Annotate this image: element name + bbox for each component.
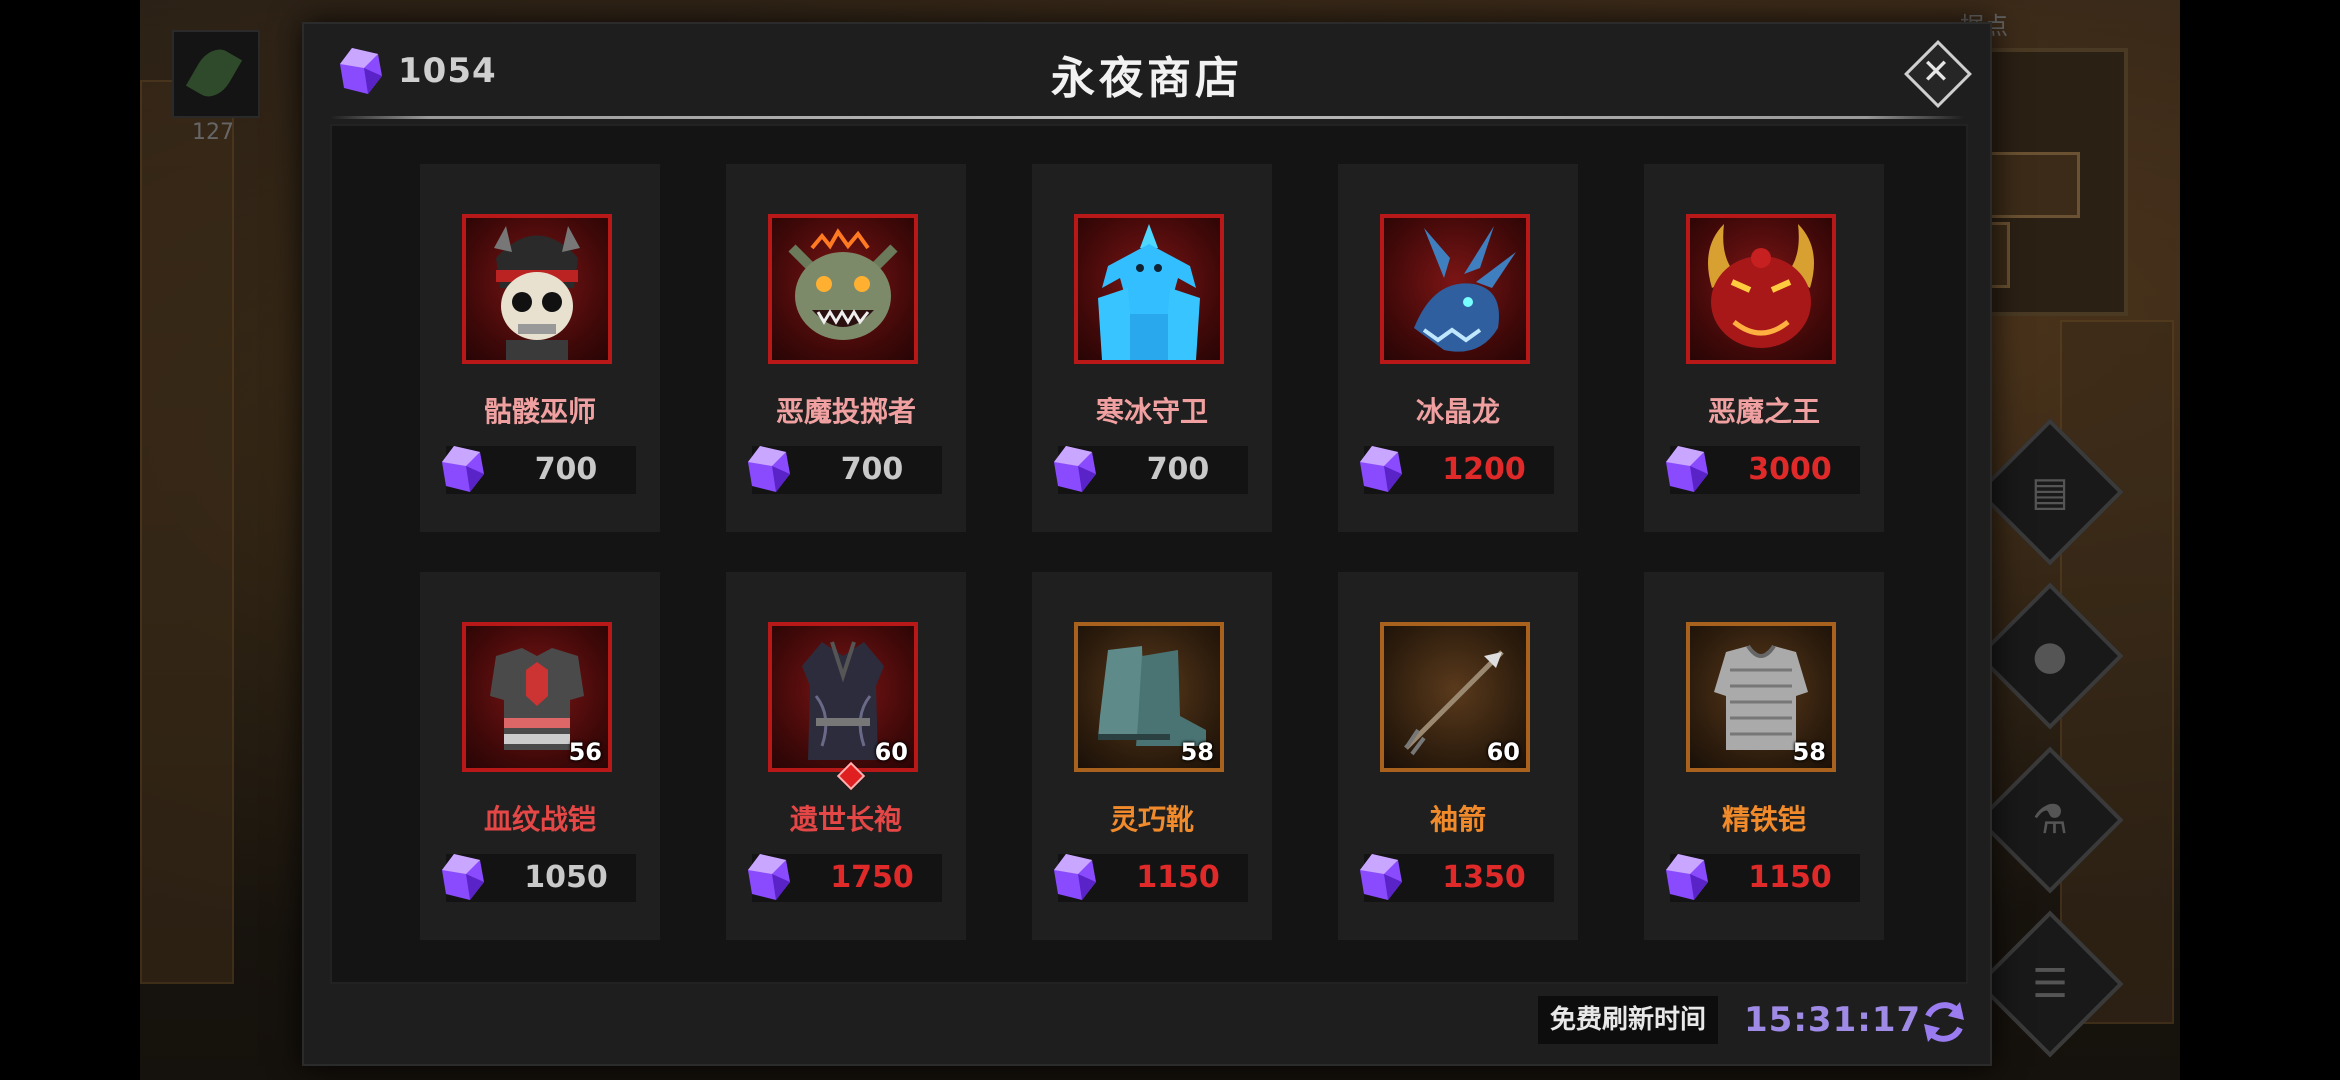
price-tag: 1750 [748, 854, 942, 902]
shop-item-grid: 骷髅巫师 700 恶魔投掷者 700 寒冰守卫 700 冰晶龙 1200 恶魔之… [330, 124, 1968, 984]
refresh-button[interactable] [1918, 996, 1970, 1048]
list-icon: ☰ [2032, 961, 2068, 1007]
price-tag: 1350 [1360, 854, 1554, 902]
refresh-icon [1924, 1002, 1964, 1042]
item-frame: 58 [1074, 622, 1224, 772]
gem-icon [746, 852, 792, 906]
item-level: 56 [568, 738, 602, 766]
price-tag: 700 [442, 446, 636, 494]
item-price: 1750 [830, 860, 914, 895]
gem-icon [1358, 852, 1404, 906]
item-price: 3000 [1748, 452, 1832, 487]
item-name: 寒冰守卫 [1095, 395, 1208, 428]
item-name: 骷髅巫师 [483, 395, 596, 428]
price-tag: 1150 [1054, 854, 1248, 902]
item-price: 700 [534, 452, 598, 487]
item-level: 60 [874, 738, 908, 766]
leaf-icon [185, 42, 243, 104]
price-tag: 700 [748, 446, 942, 494]
gem-icon [440, 444, 486, 498]
bg-item-count: 127 [192, 120, 234, 145]
item-frame [1074, 214, 1224, 364]
item-price: 1150 [1136, 860, 1220, 895]
header-divider [330, 116, 1964, 119]
item-price: 1350 [1442, 860, 1526, 895]
price-tag: 1200 [1360, 446, 1554, 494]
bg-wall [140, 80, 234, 984]
free-refresh-label: 免费刷新时间 [1538, 996, 1719, 1044]
shop-item-card[interactable]: 寒冰守卫 700 [1032, 164, 1272, 532]
item-price: 1150 [1748, 860, 1832, 895]
gem-icon [1052, 852, 1098, 906]
shop-item-card[interactable]: 冰晶龙 1200 [1338, 164, 1578, 532]
shop-item-card[interactable]: 56 血纹战铠 1050 [420, 572, 660, 940]
item-name: 灵巧靴 [1109, 803, 1194, 836]
shop-item-card[interactable]: 58 灵巧靴 1150 [1032, 572, 1272, 940]
item-frame [1686, 214, 1836, 364]
item-frame: 60 [1380, 622, 1530, 772]
ice-dragon-icon [1414, 226, 1516, 352]
shop-item-card[interactable]: 60 遗世长袍 1750 [726, 572, 966, 940]
item-frame [462, 214, 612, 364]
item-price: 1200 [1442, 452, 1526, 487]
price-tag: 1050 [442, 854, 636, 902]
close-icon: ✕ [1921, 52, 1951, 92]
shop-item-card[interactable]: 恶魔之王 3000 [1644, 164, 1884, 532]
skeleton-wizard-icon [494, 226, 580, 360]
item-price: 700 [1146, 452, 1210, 487]
item-level: 58 [1180, 738, 1214, 766]
item-frame [768, 214, 918, 364]
item-price: 700 [840, 452, 904, 487]
item-name: 血纹战铠 [483, 803, 596, 836]
gem-icon [1664, 444, 1710, 498]
bg-inventory-slot [172, 30, 260, 118]
item-name: 冰晶龙 [1415, 395, 1500, 428]
shop-item-card[interactable]: 60 袖箭 1350 [1338, 572, 1578, 940]
item-frame: 58 [1686, 622, 1836, 772]
people-icon: ● [2032, 633, 2068, 679]
item-name: 遗世长袍 [789, 803, 902, 836]
item-level: 58 [1792, 738, 1826, 766]
gem-icon [1664, 852, 1710, 906]
demon-king-icon [1708, 224, 1814, 348]
gem-icon [440, 852, 486, 906]
ice-guard-icon [1098, 224, 1200, 360]
shop-dialog: 1054 永夜商店 ✕ 骷髅巫师 700 恶魔投掷者 700 寒冰守卫 700 … [302, 22, 1992, 1066]
item-name: 精铁铠 [1721, 803, 1806, 836]
item-frame: 56 [462, 622, 612, 772]
item-name: 袖箭 [1429, 803, 1486, 836]
item-frame: 60 [768, 622, 918, 772]
gem-icon [1358, 444, 1404, 498]
item-frame [1380, 214, 1530, 364]
price-tag: 1150 [1666, 854, 1860, 902]
price-tag: 3000 [1666, 446, 1860, 494]
shop-item-card[interactable]: 恶魔投掷者 700 [726, 164, 966, 532]
demon-thrower-icon [788, 228, 898, 340]
item-level: 60 [1486, 738, 1520, 766]
item-price: 1050 [524, 860, 608, 895]
item-name: 恶魔投掷者 [775, 395, 916, 428]
shop-item-card[interactable]: 58 精铁铠 1150 [1644, 572, 1884, 940]
gem-icon [746, 444, 792, 498]
gem-icon [1052, 444, 1098, 498]
refresh-timer: 15:31:17 [1744, 1000, 1922, 1040]
item-name: 恶魔之王 [1707, 395, 1820, 428]
scroll-icon: ▤ [2031, 469, 2069, 515]
price-tag: 700 [1054, 446, 1248, 494]
shop-title: 永夜商店 [1051, 53, 1243, 104]
potion-icon: ⚗ [2032, 797, 2068, 843]
shop-item-card[interactable]: 骷髅巫师 700 [420, 164, 660, 532]
close-button[interactable]: ✕ [1904, 40, 1972, 108]
